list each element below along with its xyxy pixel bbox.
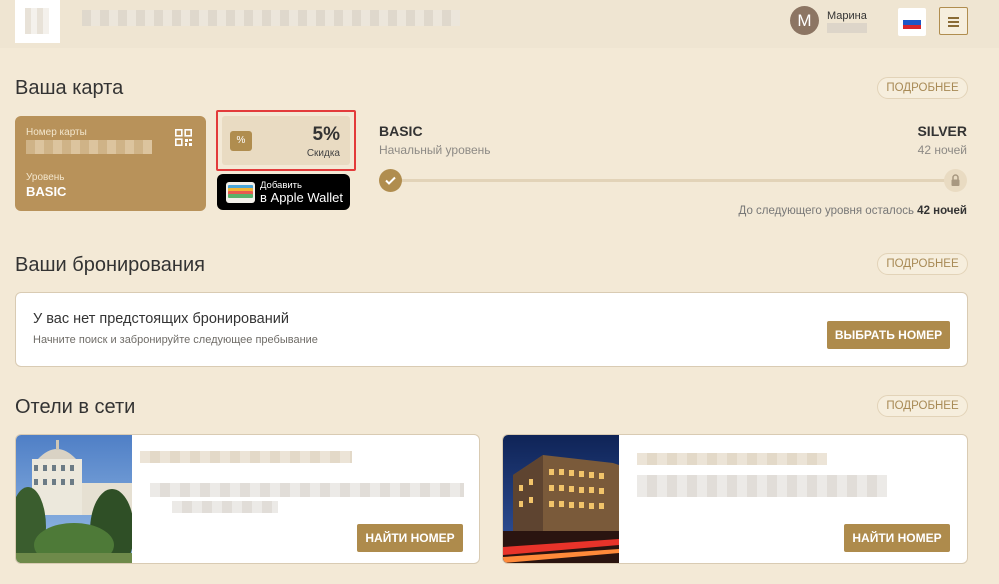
choose-room-button[interactable]: ВЫБРАТЬ НОМЕР	[827, 321, 950, 349]
hotel-card[interactable]: НАЙТИ НОМЕР	[15, 434, 480, 564]
logo-redacted	[25, 8, 49, 34]
bookings-empty-title: У вас нет предстоящих бронирований	[33, 311, 289, 327]
find-room-button[interactable]: НАЙТИ НОМЕР	[357, 524, 463, 552]
menu-button[interactable]	[939, 7, 968, 35]
hotel-photo-sanatorium	[16, 435, 132, 563]
next-tier-sub: 42 ночей	[917, 143, 967, 157]
remaining-text: До следующего уровня осталось 42 ночей	[739, 205, 967, 217]
discount-label: Скидка	[306, 148, 340, 159]
discount-value: 5%	[312, 124, 340, 145]
current-tier: BASIC	[379, 123, 423, 139]
brand-logo[interactable]	[15, 0, 60, 43]
hotel-card[interactable]: НАЙТИ НОМЕР	[502, 434, 968, 564]
bookings-empty-subtitle: Начните поиск и забронируйте следующее п…	[33, 334, 318, 346]
hotels-section-title: Отели в сети	[15, 396, 136, 418]
bookings-section-title: Ваши бронирования	[15, 254, 205, 276]
current-tier-sub: Начальный уровень	[379, 143, 491, 157]
user-name[interactable]: Марина	[827, 10, 867, 22]
qr-code-icon[interactable]	[175, 129, 192, 146]
loyalty-card[interactable]: Номер карты Уровень BASIC	[15, 116, 206, 211]
tier-progress-bar	[392, 179, 955, 182]
find-room-button[interactable]: НАЙТИ НОМЕР	[844, 524, 950, 552]
language-button[interactable]	[898, 8, 926, 36]
check-icon	[379, 169, 402, 192]
header-redacted-text	[82, 10, 460, 26]
card-number-redacted	[26, 140, 152, 154]
lock-icon	[944, 169, 967, 192]
hotel-name-redacted	[637, 453, 827, 465]
user-redacted-text	[827, 23, 867, 33]
hamburger-icon	[948, 17, 959, 19]
hotel-address-redacted	[150, 483, 464, 497]
wallet-line2: в Apple Wallet	[260, 190, 344, 205]
card-section-title: Ваша карта	[15, 77, 124, 99]
discount-highlight: % 5% Скидка	[216, 110, 356, 171]
hotel-photo-night	[503, 435, 619, 563]
hotel-name-redacted	[140, 451, 352, 463]
next-tier: SILVER	[917, 123, 967, 139]
hotels-more-button[interactable]: ПОДРОБНЕЕ	[877, 395, 968, 417]
wallet-icon	[226, 182, 255, 203]
remaining-label: До следующего уровня осталось	[738, 205, 914, 217]
hotel-address-redacted-2	[172, 501, 278, 513]
apple-wallet-button[interactable]: Добавить в Apple Wallet	[217, 174, 350, 210]
remaining-value: 42 ночей	[917, 205, 967, 217]
russian-flag-icon	[903, 16, 921, 29]
discount-badge: % 5% Скидка	[222, 116, 350, 165]
card-level-label: Уровень	[26, 172, 65, 183]
bookings-empty-panel: У вас нет предстоящих бронирований Начни…	[15, 292, 968, 367]
percent-icon: %	[230, 131, 252, 151]
avatar[interactable]: М	[790, 6, 819, 35]
bookings-more-button[interactable]: ПОДРОБНЕЕ	[877, 253, 968, 275]
card-level-value: BASIC	[26, 184, 67, 199]
hotel-address-redacted	[637, 475, 887, 497]
card-number-label: Номер карты	[26, 127, 87, 138]
card-more-button[interactable]: ПОДРОБНЕЕ	[877, 77, 968, 99]
top-header: М Марина	[0, 0, 999, 48]
